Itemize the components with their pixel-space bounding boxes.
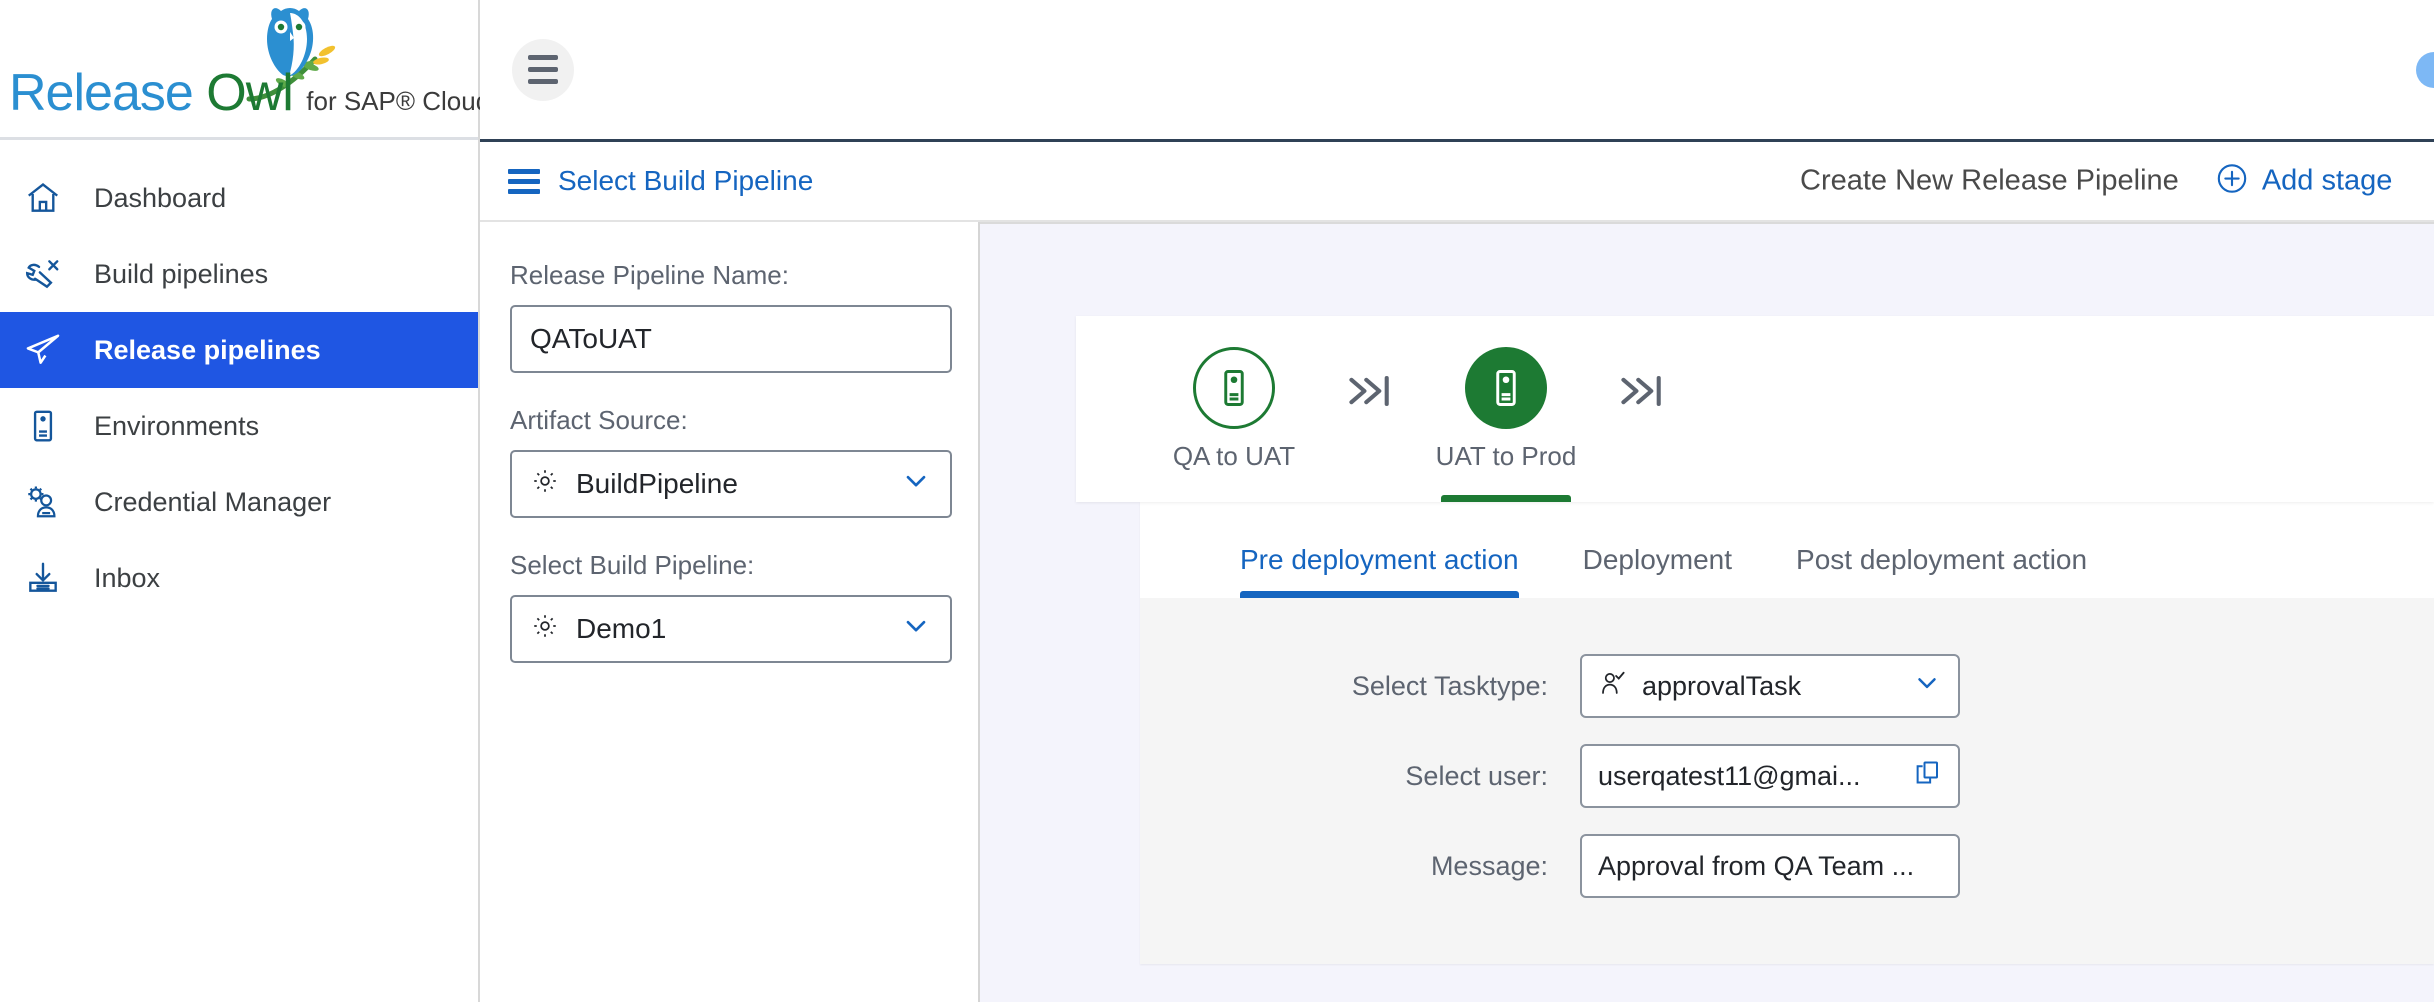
pipeline-form-panel: Release Pipeline Name: QAToUAT Artifact … <box>480 222 980 1002</box>
sidebar-item-label: Inbox <box>94 563 160 594</box>
tab-label: Pre deployment action <box>1240 544 1519 575</box>
stage-active-indicator <box>1441 495 1571 502</box>
stage-bar: QA to UAT <box>1076 316 2434 502</box>
tab-post-deployment-action[interactable]: Post deployment action <box>1796 544 2087 598</box>
stage-arrow-icon <box>1616 368 1668 450</box>
user-label: Select user: <box>1140 761 1580 792</box>
chevron-down-icon <box>900 610 932 649</box>
tasktype-value: approvalTask <box>1642 671 1942 702</box>
row-message: Message: Approval from QA Team ... <box>1140 834 2434 898</box>
chevron-down-icon <box>1912 668 1942 705</box>
sidebar-item-build-pipelines[interactable]: Build pipelines <box>0 236 478 312</box>
sidebar-item-inbox[interactable]: Inbox <box>0 540 478 616</box>
gear-icon <box>530 611 560 648</box>
select-build-pipeline-button[interactable]: Select Build Pipeline <box>508 165 813 197</box>
tab-pre-deployment-action[interactable]: Pre deployment action <box>1240 544 1519 598</box>
row-select-user: Select user: userqatest11@gmai... <box>1140 744 2434 808</box>
hamburger-bar <box>528 67 558 72</box>
hamburger-menu-button[interactable] <box>512 39 574 101</box>
sidebar-item-credential-manager[interactable]: Credential Manager <box>0 464 478 540</box>
tab-label: Post deployment action <box>1796 544 2087 575</box>
message-label: Message: <box>1140 851 1580 882</box>
artifact-source-select[interactable]: BuildPipeline <box>510 450 952 518</box>
sidebar-nav: Dashboard Build pipelines <box>0 140 478 616</box>
stage-arrow-icon <box>1344 368 1396 450</box>
tab-content-pre-deployment: Select Tasktype: approvalTask <box>1140 598 2434 964</box>
stage-tabs: Pre deployment action Deployment Post de… <box>1140 502 2434 598</box>
user-check-icon <box>1598 668 1628 705</box>
sidebar-item-label: Dashboard <box>94 183 226 214</box>
avatar-partial-icon[interactable] <box>2416 52 2434 88</box>
copy-icon[interactable] <box>1912 758 1942 795</box>
brand-wordmark: Release Owl for SAP® Cloud <box>9 63 469 123</box>
build-pipeline-value: Demo1 <box>576 613 932 645</box>
tab-label: Deployment <box>1583 544 1732 575</box>
inbox-download-icon <box>20 555 66 601</box>
plus-circle-icon <box>2215 162 2249 201</box>
tasktype-label: Select Tasktype: <box>1140 671 1580 702</box>
sidebar-item-dashboard[interactable]: Dashboard <box>0 160 478 236</box>
sidebar-item-label: Release pipelines <box>94 335 321 366</box>
sub-toolbar-center: Create New Release Pipeline Add stage <box>1800 162 2392 201</box>
row-select-tasktype: Select Tasktype: approvalTask <box>1140 654 2434 718</box>
hamburger-bar <box>528 79 558 84</box>
sidebar-item-label: Environments <box>94 411 259 442</box>
field-pipeline-name: Release Pipeline Name: QAToUAT <box>510 260 978 373</box>
stage-detail-panel: Pre deployment action Deployment Post de… <box>1140 502 2434 964</box>
home-icon <box>20 175 66 221</box>
app-root: Release Owl for SAP® Cloud Dashboard <box>0 0 2434 1002</box>
wrench-icon <box>20 251 66 297</box>
brand-logo[interactable]: Release Owl for SAP® Cloud <box>0 0 478 140</box>
content-row: Release Pipeline Name: QAToUAT Artifact … <box>480 222 2434 1002</box>
gear-icon <box>530 466 560 503</box>
server-icon <box>20 403 66 449</box>
stage-uat-to-prod[interactable]: UAT to Prod <box>1406 316 1606 502</box>
hamburger-bar <box>528 55 558 60</box>
build-pipeline-select[interactable]: Demo1 <box>510 595 952 663</box>
tasktype-select[interactable]: approvalTask <box>1580 654 1960 718</box>
user-select[interactable]: userqatest11@gmai... <box>1580 744 1960 808</box>
brand-tagline: for SAP® Cloud <box>306 86 490 116</box>
field-select-build-pipeline: Select Build Pipeline: Demo1 <box>510 550 978 663</box>
brand-release-text: Release <box>9 64 193 122</box>
sidebar-item-environments[interactable]: Environments <box>0 388 478 464</box>
stage-icon-outline <box>1193 347 1275 429</box>
sidebar-item-label: Build pipelines <box>94 259 268 290</box>
message-input[interactable]: Approval from QA Team ... <box>1580 834 1960 898</box>
sidebar: Release Owl for SAP® Cloud Dashboard <box>0 0 480 1002</box>
sub-toolbar: Select Build Pipeline Create New Release… <box>480 142 2434 222</box>
top-bar <box>480 0 2434 142</box>
stage-label: QA to UAT <box>1173 441 1295 472</box>
select-build-pipeline-label: Select Build Pipeline <box>558 165 813 197</box>
sidebar-item-label: Credential Manager <box>94 487 331 518</box>
page-title: Create New Release Pipeline <box>1800 165 2179 198</box>
top-bar-right-cluster <box>2416 52 2434 88</box>
sidebar-item-release-pipelines[interactable]: Release pipelines <box>0 312 478 388</box>
user-gear-icon <box>20 479 66 525</box>
pipeline-name-label: Release Pipeline Name: <box>510 260 978 291</box>
chevron-down-icon <box>900 465 932 504</box>
tab-deployment[interactable]: Deployment <box>1583 544 1732 598</box>
message-value: Approval from QA Team ... <box>1598 851 1942 882</box>
add-stage-label: Add stage <box>2262 165 2393 198</box>
paper-plane-icon <box>20 327 66 373</box>
stage-icon-filled <box>1465 347 1547 429</box>
artifact-source-value: BuildPipeline <box>576 468 932 500</box>
pipeline-workspace: QA to UAT <box>980 222 2434 1002</box>
field-artifact-source: Artifact Source: BuildPipeline <box>510 405 978 518</box>
list-menu-icon <box>508 169 540 194</box>
artifact-source-label: Artifact Source: <box>510 405 978 436</box>
pipeline-name-input[interactable]: QAToUAT <box>510 305 952 373</box>
stage-qa-to-uat[interactable]: QA to UAT <box>1134 316 1334 502</box>
add-stage-button[interactable]: Add stage <box>2215 162 2393 201</box>
stage-label: UAT to Prod <box>1436 441 1577 472</box>
main-area: Select Build Pipeline Create New Release… <box>480 0 2434 1002</box>
select-build-pipeline-field-label: Select Build Pipeline: <box>510 550 978 581</box>
brand-owl-text: Owl <box>206 64 293 122</box>
user-value: userqatest11@gmai... <box>1598 761 1942 792</box>
